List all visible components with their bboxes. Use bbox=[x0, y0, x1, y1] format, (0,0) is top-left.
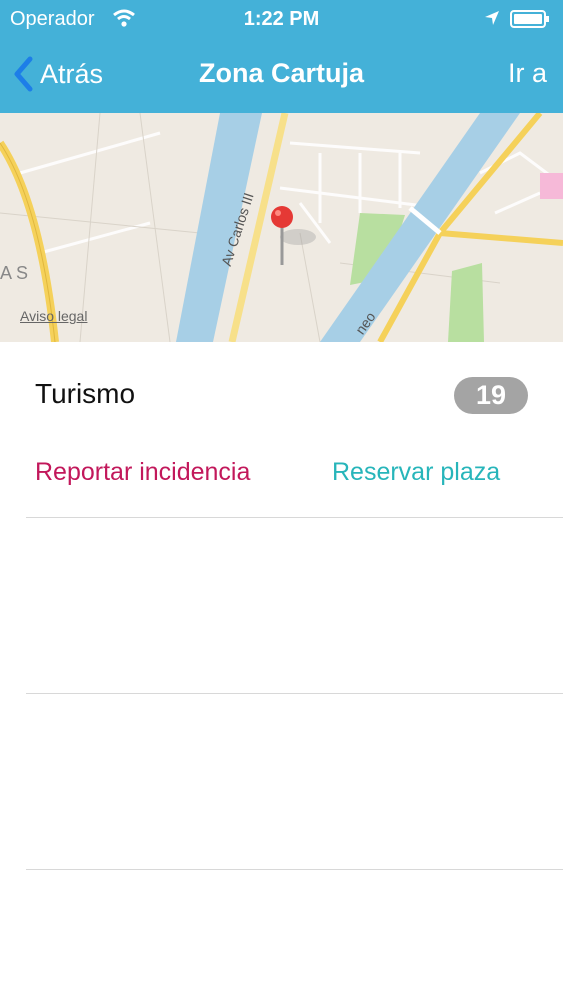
category-title: Turismo bbox=[35, 378, 136, 409]
divider bbox=[26, 517, 563, 518]
reserve-spot-button[interactable]: Reservar plaza bbox=[332, 458, 500, 487]
divider bbox=[26, 869, 563, 870]
report-incident-button[interactable]: Reportar incidencia bbox=[35, 458, 250, 487]
battery-icon bbox=[510, 10, 549, 28]
map-pin-icon[interactable] bbox=[270, 205, 294, 265]
page-title: Zona Cartuja bbox=[198, 58, 365, 88]
location-arrow-icon bbox=[485, 11, 499, 25]
status-bar: Operador 1:22 PM bbox=[0, 0, 563, 38]
map-area-label: AS bbox=[0, 263, 33, 283]
divider bbox=[26, 693, 563, 694]
top-bar: Operador 1:22 PM Atrás Zona Cartuja Ir a bbox=[0, 0, 563, 113]
navigation-bar: Atrás Zona Cartuja Ir a bbox=[0, 38, 563, 113]
legal-link[interactable]: Aviso legal bbox=[20, 308, 87, 324]
go-to-button[interactable]: Ir a bbox=[508, 58, 547, 89]
count-badge: 19 bbox=[454, 377, 528, 414]
map-view[interactable]: Av Carlos III neo AS Aviso legal bbox=[0, 113, 563, 342]
status-time: 1:22 PM bbox=[243, 8, 320, 30]
